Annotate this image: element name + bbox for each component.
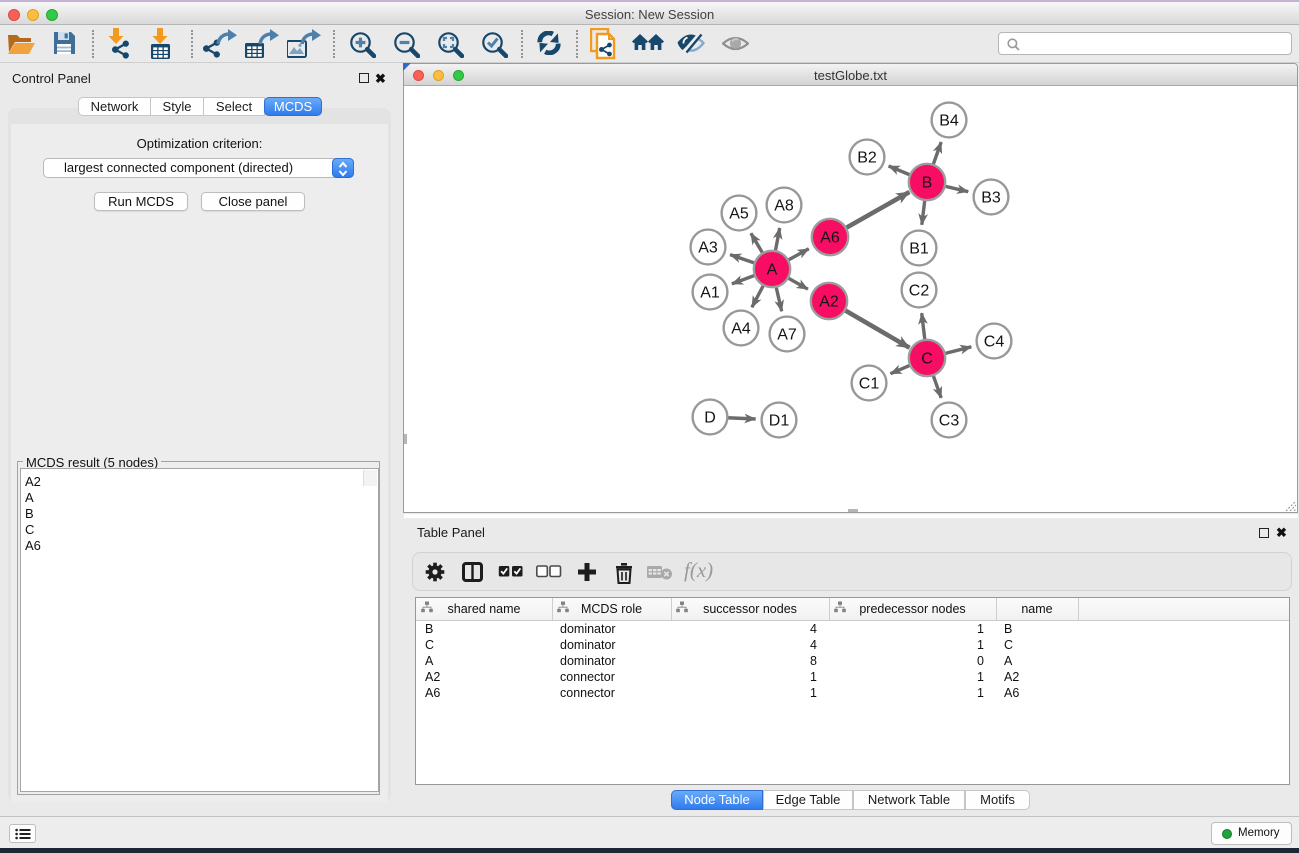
svg-text:C2: C2 bbox=[909, 283, 930, 300]
svg-text:C: C bbox=[921, 351, 933, 368]
svg-text:B: B bbox=[922, 175, 933, 192]
svg-text:B1: B1 bbox=[909, 241, 929, 258]
svg-text:A1: A1 bbox=[700, 285, 720, 302]
svg-text:D1: D1 bbox=[769, 413, 790, 430]
svg-text:D: D bbox=[704, 410, 716, 427]
svg-text:A5: A5 bbox=[729, 206, 749, 223]
svg-text:A4: A4 bbox=[731, 321, 751, 338]
svg-text:C4: C4 bbox=[984, 334, 1005, 351]
svg-text:A: A bbox=[767, 262, 778, 279]
svg-text:B4: B4 bbox=[939, 113, 959, 130]
svg-text:C1: C1 bbox=[859, 376, 880, 393]
svg-text:C3: C3 bbox=[939, 413, 960, 430]
svg-text:A6: A6 bbox=[820, 230, 840, 247]
svg-text:B3: B3 bbox=[981, 190, 1001, 207]
svg-text:A3: A3 bbox=[698, 240, 718, 257]
svg-text:A8: A8 bbox=[774, 198, 794, 215]
svg-text:A2: A2 bbox=[819, 294, 839, 311]
svg-text:B2: B2 bbox=[857, 150, 877, 167]
svg-text:A7: A7 bbox=[777, 327, 797, 344]
